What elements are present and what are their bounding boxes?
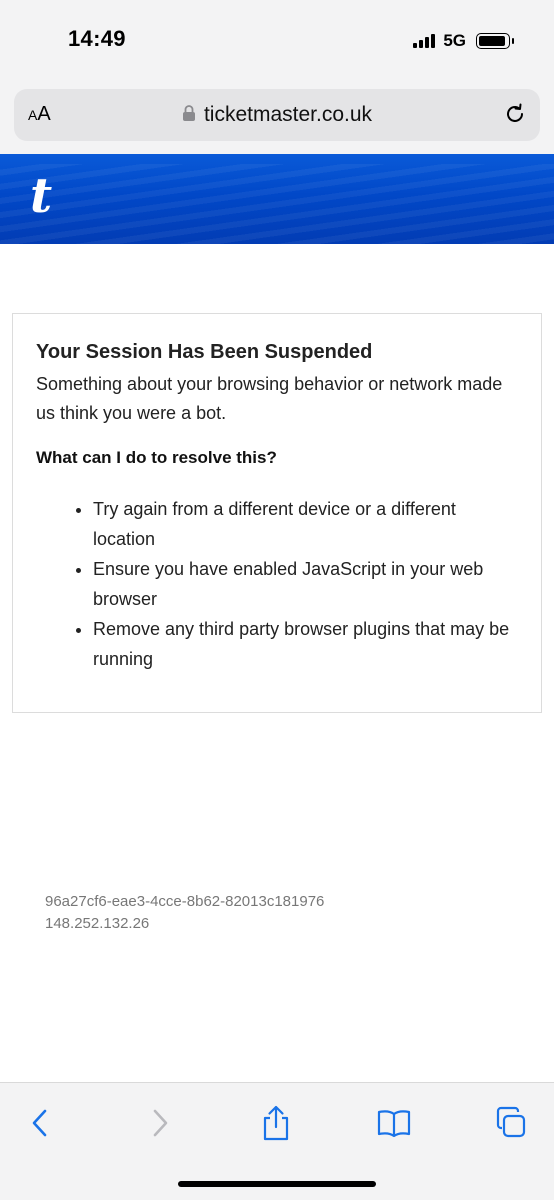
reload-icon[interactable]: [502, 101, 528, 127]
list-item: Ensure you have enabled JavaScript in yo…: [93, 554, 518, 614]
request-id: 96a27cf6-eae3-4cce-8b62-82013c181976: [45, 893, 325, 910]
status-indicators: 5G: [413, 31, 514, 51]
banner-pattern: [0, 164, 554, 244]
bookmarks-icon: [377, 1110, 411, 1138]
forward-icon: [153, 1109, 168, 1137]
notice-title: Your Session Has Been Suspended: [36, 341, 373, 363]
back-icon: [32, 1109, 47, 1137]
signal-icon: [413, 34, 436, 48]
browser-address-area: AA ticketmaster.co.uk: [0, 80, 554, 154]
ticketmaster-logo[interactable]: t: [30, 168, 52, 224]
list-item: Try again from a different device or a d…: [93, 494, 518, 554]
resolution-list: Try again from a different device or a d…: [93, 494, 518, 674]
brand-banner: t: [0, 154, 554, 244]
forward-button[interactable]: [140, 1103, 180, 1143]
lock-icon: [182, 104, 196, 128]
address-bar[interactable]: AA ticketmaster.co.uk: [14, 89, 540, 141]
url-display[interactable]: ticketmaster.co.uk: [14, 103, 540, 128]
list-item: Remove any third party browser plugins t…: [93, 614, 518, 674]
share-icon: [263, 1105, 289, 1141]
network-type: 5G: [443, 31, 466, 50]
status-bar: 14:49 5G: [0, 0, 554, 80]
status-time: 14:49: [68, 26, 126, 51]
back-button[interactable]: [20, 1103, 60, 1143]
url-text: ticketmaster.co.uk: [203, 103, 373, 126]
battery-icon: [476, 33, 514, 49]
notice-subtitle: What can I do to resolve this?: [36, 448, 277, 467]
tabs-button[interactable]: [491, 1103, 531, 1143]
browser-toolbar: [0, 1082, 554, 1200]
share-button[interactable]: [256, 1103, 296, 1143]
ip-address: 148.252.132.26: [45, 915, 150, 932]
suspension-notice-card: Your Session Has Been Suspended Somethin…: [12, 313, 542, 713]
notice-description: Something about your browsing behavior o…: [36, 374, 503, 423]
tabs-icon: [496, 1106, 526, 1138]
reference-info: 96a27cf6-eae3-4cce-8b62-82013c181976 148…: [45, 891, 324, 935]
home-indicator[interactable]: [178, 1181, 376, 1187]
bookmarks-button[interactable]: [374, 1103, 414, 1143]
